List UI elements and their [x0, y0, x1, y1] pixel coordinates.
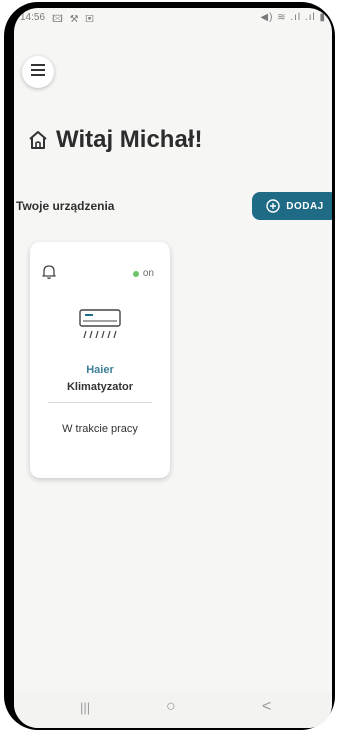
phone-frame: 14:56 🖾 ⚒ ▣ ◀) ≋ .ıl .ıl ▮ Witaj Michał!…: [4, 2, 335, 730]
air-conditioner-icon: [78, 308, 122, 347]
hamburger-icon: [31, 63, 45, 81]
status-dot: [132, 270, 139, 277]
device-card[interactable]: on Haier Klimatyzator W trakcie pracy: [30, 242, 170, 478]
device-brand: Haier: [86, 364, 114, 376]
back-button[interactable]: <: [262, 698, 271, 716]
recents-button[interactable]: |||: [80, 700, 90, 715]
card-divider: [48, 402, 152, 403]
bell-icon[interactable]: [42, 264, 56, 285]
device-status: on: [132, 268, 154, 279]
greeting-header: Witaj Michał!: [28, 122, 202, 158]
add-device-button[interactable]: DODAJ: [252, 192, 332, 220]
home-icon: [28, 130, 48, 150]
status-time: 14:56: [20, 12, 46, 23]
device-type: Klimatyzator: [66, 381, 134, 393]
status-bar: 14:56 🖾 ⚒ ▣ ◀) ≋ .ıl .ıl ▮: [14, 8, 332, 30]
home-button[interactable]: ○: [166, 698, 176, 716]
notification-icons: 🖾 ⚒ ▣: [52, 14, 96, 25]
page-title: Witaj Michał!: [56, 126, 203, 153]
add-button-label: DODAJ: [286, 200, 324, 212]
system-nav-bar: ||| ○ <: [14, 692, 332, 728]
menu-button[interactable]: [22, 56, 54, 88]
status-text: on: [142, 268, 154, 279]
app-screen: 14:56 🖾 ⚒ ▣ ◀) ≋ .ıl .ıl ▮ Witaj Michał!…: [14, 8, 332, 728]
devices-section-title: Twoje urządzenia: [16, 199, 115, 213]
system-icons: ◀) ≋ .ıl .ıl ▮: [260, 12, 326, 23]
device-state: W trakcie pracy: [62, 423, 138, 435]
plus-circle-icon: [266, 199, 280, 213]
